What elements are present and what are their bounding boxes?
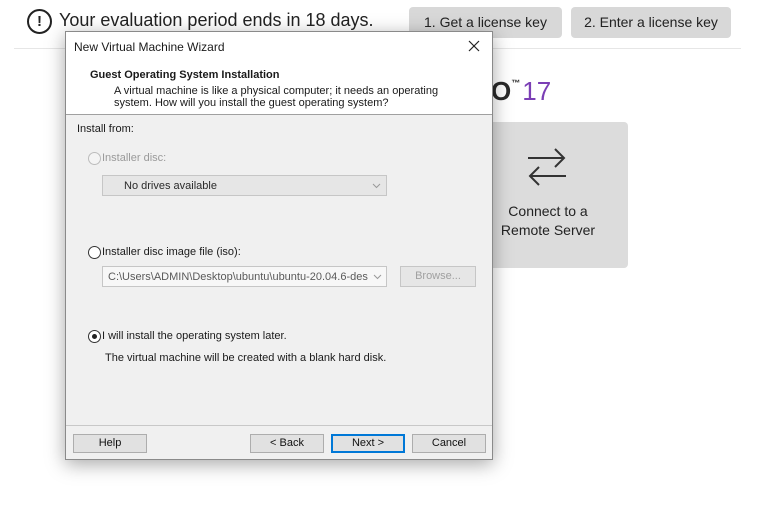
logo-trademark: ™ xyxy=(511,78,521,88)
radio-selected-dot xyxy=(92,334,97,339)
help-button[interactable]: Help xyxy=(73,434,147,453)
installer-disc-label: Installer disc: xyxy=(102,152,167,164)
warning-icon: ! xyxy=(27,9,52,34)
wizard-step-description: A virtual machine is like a physical com… xyxy=(114,85,439,109)
product-logo: O™17 xyxy=(491,76,551,107)
next-button[interactable]: Next > xyxy=(331,434,405,453)
iso-image-radio[interactable] xyxy=(88,246,101,259)
enter-license-key-button[interactable]: 2. Enter a license key xyxy=(571,7,731,38)
remote-tile-label: Connect to a Remote Server xyxy=(500,203,596,238)
logo-text: O xyxy=(491,76,512,106)
disc-drive-select[interactable]: No drives available xyxy=(102,175,387,196)
footer-divider xyxy=(66,425,492,426)
dialog-title: New Virtual Machine Wizard xyxy=(74,40,225,54)
close-button[interactable] xyxy=(456,32,492,61)
install-later-label: I will install the operating system late… xyxy=(102,330,287,342)
evaluation-message: Your evaluation period ends in 18 days. xyxy=(59,10,374,30)
dialog-titlebar[interactable]: New Virtual Machine Wizard xyxy=(66,32,492,61)
wizard-header: Guest Operating System Installation A vi… xyxy=(66,61,492,115)
back-button[interactable]: < Back xyxy=(250,434,324,453)
iso-path-dropdown[interactable] xyxy=(370,267,386,286)
install-later-note: The virtual machine will be created with… xyxy=(105,352,387,364)
iso-path-field[interactable]: C:\Users\ADMIN\Desktop\ubuntu\ubuntu-20.… xyxy=(102,266,387,287)
cancel-button[interactable]: Cancel xyxy=(412,434,486,453)
browse-button[interactable]: Browse... xyxy=(400,266,476,287)
installer-disc-radio[interactable] xyxy=(88,152,101,165)
iso-path-value: C:\Users\ADMIN\Desktop\ubuntu\ubuntu-20.… xyxy=(108,271,368,283)
swap-arrows-icon xyxy=(528,148,566,186)
chevron-down-icon xyxy=(372,183,381,189)
wizard-step-title: Guest Operating System Installation xyxy=(90,69,280,81)
new-vm-wizard-dialog: New Virtual Machine Wizard Guest Operati… xyxy=(65,31,493,460)
chevron-down-icon xyxy=(373,274,382,280)
disc-drive-value: No drives available xyxy=(124,180,217,192)
install-later-radio[interactable] xyxy=(88,330,101,343)
install-from-label: Install from: xyxy=(77,123,134,135)
close-icon xyxy=(468,40,480,52)
logo-version: 17 xyxy=(522,76,552,106)
iso-image-label: Installer disc image file (iso): xyxy=(102,246,241,258)
